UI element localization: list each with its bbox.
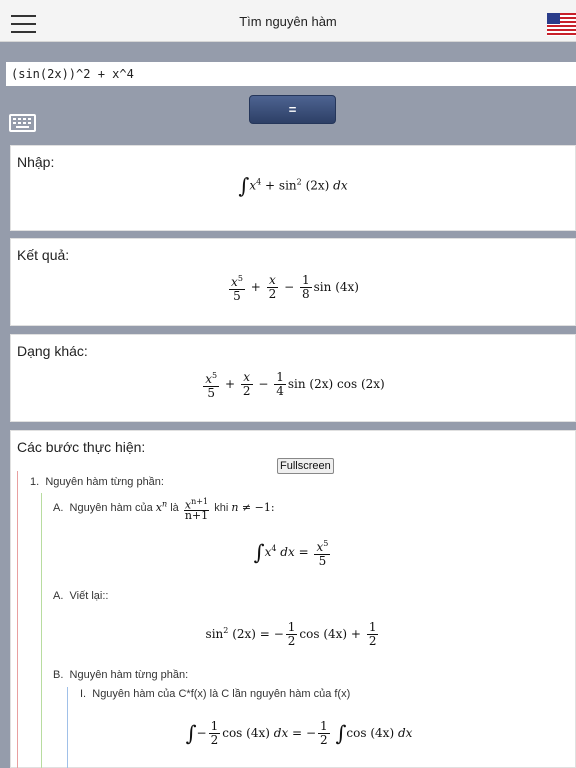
input-card: Nhập: ∫x4 + sin2 (2x) dx	[10, 145, 576, 231]
alternate-section-title: Dạng khác:	[17, 343, 88, 359]
us-flag-icon[interactable]	[547, 13, 576, 36]
alternate-formula: x5 5 + x2 − 1 4 sin (2x) cos (2x)	[203, 370, 385, 400]
steps-section-title: Các bước thực hiện:	[17, 439, 146, 455]
constant-rule-formula: ∫− 1 2 cos (4x) dx = −1 2 ∫cos (4x) dx	[185, 719, 413, 747]
substep-integrate-parts: B. Nguyên hàm từng phần:	[53, 669, 189, 681]
result-section-title: Kết quả:	[17, 247, 70, 263]
page-title: Tìm nguyên hàm	[239, 14, 337, 29]
result-card: Kết quả: x5 5 + x2 − 1 8 sin (4x)	[10, 238, 576, 326]
alternate-form-card: Dạng khác: x5 5 + x2 − 1 4 sin (2x) cos (2x…	[10, 334, 576, 422]
expression-input[interactable]	[6, 62, 576, 86]
equals-button[interactable]: =	[249, 95, 336, 124]
substep-power-rule: A. Nguyên hàm của xn là xn+1 n+1 khi n ≠ …	[53, 497, 275, 522]
top-bar: Tìm nguyên hàm	[0, 0, 576, 42]
substep-constant-rule: I. Nguyên hàm của C*f(x) là C lần nguyên…	[80, 688, 351, 700]
result-formula: x5 5 + x2 − 1 8 sin (4x)	[229, 273, 359, 303]
steps-card: Các bước thực hiện: Fullscreen 1. Nguyên…	[10, 430, 576, 768]
keyboard-icon[interactable]	[9, 114, 36, 132]
substep-rewrite: A. Viết lại::	[53, 590, 109, 602]
fullscreen-button[interactable]: Fullscreen	[277, 458, 334, 474]
rewrite-formula: sin2 (2x) = −1 2 cos (4x) + 12	[205, 620, 379, 648]
power-rule-formula: ∫x4 dx = x5 5	[253, 539, 331, 568]
input-section-title: Nhập:	[17, 154, 55, 170]
input-formula: ∫x4 + sin2 (2x) dx	[238, 174, 348, 198]
step-1: 1. Nguyên hàm từng phần:	[30, 476, 164, 488]
